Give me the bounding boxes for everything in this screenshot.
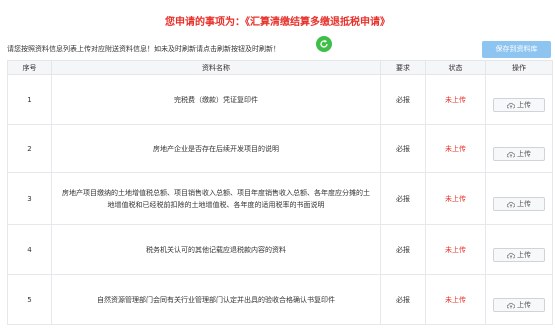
upload-button[interactable]: 上传 xyxy=(493,196,545,211)
row-number: 1 xyxy=(7,74,52,125)
requirement: 必报 xyxy=(380,274,426,325)
upload-button[interactable]: 上传 xyxy=(493,97,545,112)
requirement: 必报 xyxy=(380,124,426,173)
table-row: 4 税务机关认可的其他记载应退税款内容的资料 必报 未上传 上传 xyxy=(7,224,553,275)
upload-label: 上传 xyxy=(517,250,531,259)
table-row: 1 完税费（缴款）凭证复印件 必报 未上传 上传 xyxy=(7,74,553,125)
upload-label: 上传 xyxy=(517,100,531,109)
upload-button[interactable]: 上传 xyxy=(493,247,545,262)
table-header-row: 序号 资料名称 要求 状态 操作 xyxy=(7,60,553,75)
table-row: 5 自然资源管理部门会同有关行业管理部门认定并出具的验收合格确认书复印件 必报 … xyxy=(7,274,553,325)
material-name: 完税费（缴款）凭证复印件 xyxy=(51,74,381,125)
action-cell: 上传 xyxy=(485,124,553,173)
upload-button[interactable]: 上传 xyxy=(493,146,545,161)
action-cell: 上传 xyxy=(485,274,553,325)
column-header-requirement: 要求 xyxy=(380,60,426,75)
upload-label: 上传 xyxy=(517,149,531,158)
save-to-library-button[interactable]: 保存到资料库 xyxy=(482,41,551,58)
action-cell: 上传 xyxy=(485,224,553,275)
material-name: 自然资源管理部门会同有关行业管理部门认定并出具的验收合格确认书复印件 xyxy=(51,274,381,325)
column-header-action: 操作 xyxy=(485,60,553,75)
page-title: 您申请的事项为：《汇算清缴结算多缴退抵税申请》 xyxy=(165,17,390,28)
cloud-upload-icon xyxy=(506,302,516,308)
materials-table: 序号 资料名称 要求 状态 操作 1 完税费（缴款）凭证复印件 必报 未上传 上… xyxy=(7,60,553,325)
upload-notice: 请您按照资料信息列表上传对应附送资料信息！如未及时刷新请点击刷新按钮及时刷新！ xyxy=(7,45,280,53)
upload-label: 上传 xyxy=(517,300,531,309)
row-number: 4 xyxy=(7,224,52,275)
cloud-upload-icon xyxy=(506,151,516,157)
status-badge: 未上传 xyxy=(425,172,486,225)
upload-button[interactable]: 上传 xyxy=(493,297,545,312)
material-name: 税务机关认可的其他记载应退税款内容的资料 xyxy=(51,224,381,275)
status-badge: 未上传 xyxy=(425,274,486,325)
cloud-upload-icon xyxy=(506,252,516,258)
refresh-icon xyxy=(320,39,328,48)
upload-label: 上传 xyxy=(517,199,531,208)
table-row: 2 房地产企业是否存在后续开发项目的说明 必报 未上传 上传 xyxy=(7,124,553,173)
action-cell: 上传 xyxy=(485,172,553,225)
refresh-button[interactable] xyxy=(316,36,332,52)
column-header-status: 状态 xyxy=(425,60,486,75)
column-header-name: 资料名称 xyxy=(51,60,381,75)
material-name: 房地产项目缴纳的土地增值税总额、项目销售收入总额、项目年度销售收入总额、各年度应… xyxy=(51,172,381,225)
row-number: 2 xyxy=(7,124,52,173)
cloud-upload-icon xyxy=(506,102,516,108)
action-cell: 上传 xyxy=(485,74,553,125)
requirement: 必报 xyxy=(380,224,426,275)
material-name: 房地产企业是否存在后续开发项目的说明 xyxy=(51,124,381,173)
table-row: 3 房地产项目缴纳的土地增值税总额、项目销售收入总额、项目年度销售收入总额、各年… xyxy=(7,172,553,225)
status-badge: 未上传 xyxy=(425,224,486,275)
cloud-upload-icon xyxy=(506,201,516,207)
requirement: 必报 xyxy=(380,74,426,125)
status-badge: 未上传 xyxy=(425,124,486,173)
requirement: 必报 xyxy=(380,172,426,225)
status-badge: 未上传 xyxy=(425,74,486,125)
row-number: 5 xyxy=(7,274,52,325)
row-number: 3 xyxy=(7,172,52,225)
column-header-no: 序号 xyxy=(7,60,52,75)
